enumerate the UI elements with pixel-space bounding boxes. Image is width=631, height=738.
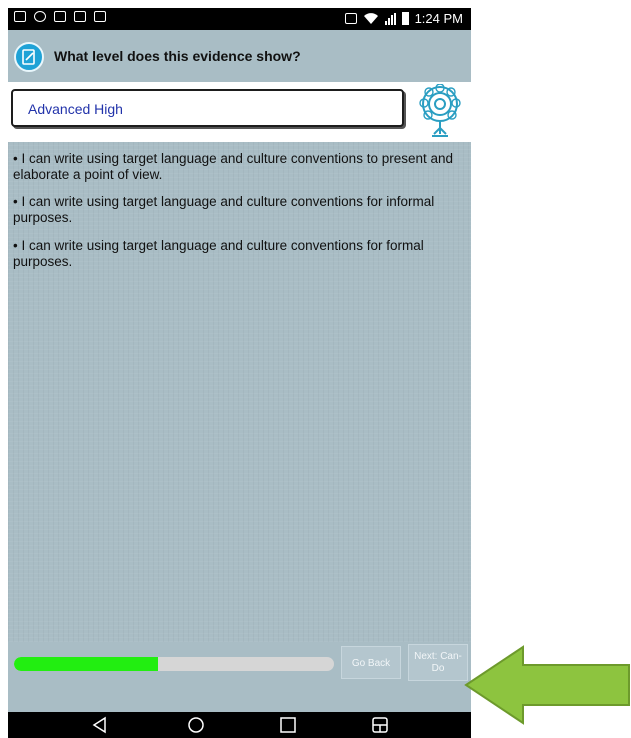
tree-logo-icon	[419, 84, 461, 137]
can-do-statement-2: • I can write using target language and …	[13, 194, 435, 225]
android-nav-bar	[8, 712, 471, 738]
message-icon	[74, 11, 86, 22]
bottom-bar: Go Back Next: Can-Do	[8, 642, 471, 692]
menu-icon[interactable]	[371, 716, 389, 734]
progress-bar	[14, 657, 334, 671]
image-icon	[14, 11, 26, 22]
phone-screen: 1:24 PM What level does this evidence sh…	[8, 8, 471, 738]
download-icon	[54, 11, 66, 22]
bag-icon	[94, 11, 106, 22]
screen-cast-icon	[344, 13, 357, 24]
signal-icon	[384, 12, 396, 25]
progress-fill	[14, 657, 158, 671]
page-title: What level does this evidence show?	[54, 48, 301, 64]
back-icon[interactable]	[91, 716, 109, 734]
level-dropdown[interactable]: Advanced High	[11, 89, 404, 127]
recents-icon[interactable]	[279, 716, 297, 734]
home-icon[interactable]	[187, 716, 205, 734]
can-do-statements: • I can write using target language and …	[8, 142, 471, 642]
go-back-button[interactable]: Go Back	[341, 646, 401, 679]
system-icons: 1:24 PM	[344, 11, 463, 26]
title-bar: What level does this evidence show?	[8, 30, 471, 82]
wifi-icon	[363, 13, 378, 24]
can-do-statement-1: • I can write using target language and …	[13, 151, 454, 182]
status-bar: 1:24 PM	[8, 8, 471, 30]
notification-icons	[14, 11, 106, 22]
level-dropdown-value: Advanced High	[28, 101, 123, 117]
level-selector-row: Advanced High	[8, 82, 471, 142]
voicemail-icon	[34, 11, 46, 22]
app-icon	[14, 42, 44, 72]
status-time: 1:24 PM	[414, 11, 463, 26]
battery-icon	[401, 12, 409, 25]
next-can-do-button[interactable]: Next: Can-Do	[408, 644, 468, 681]
can-do-statement-3: • I can write using target language and …	[13, 238, 424, 269]
left-arrow-icon	[464, 645, 630, 725]
